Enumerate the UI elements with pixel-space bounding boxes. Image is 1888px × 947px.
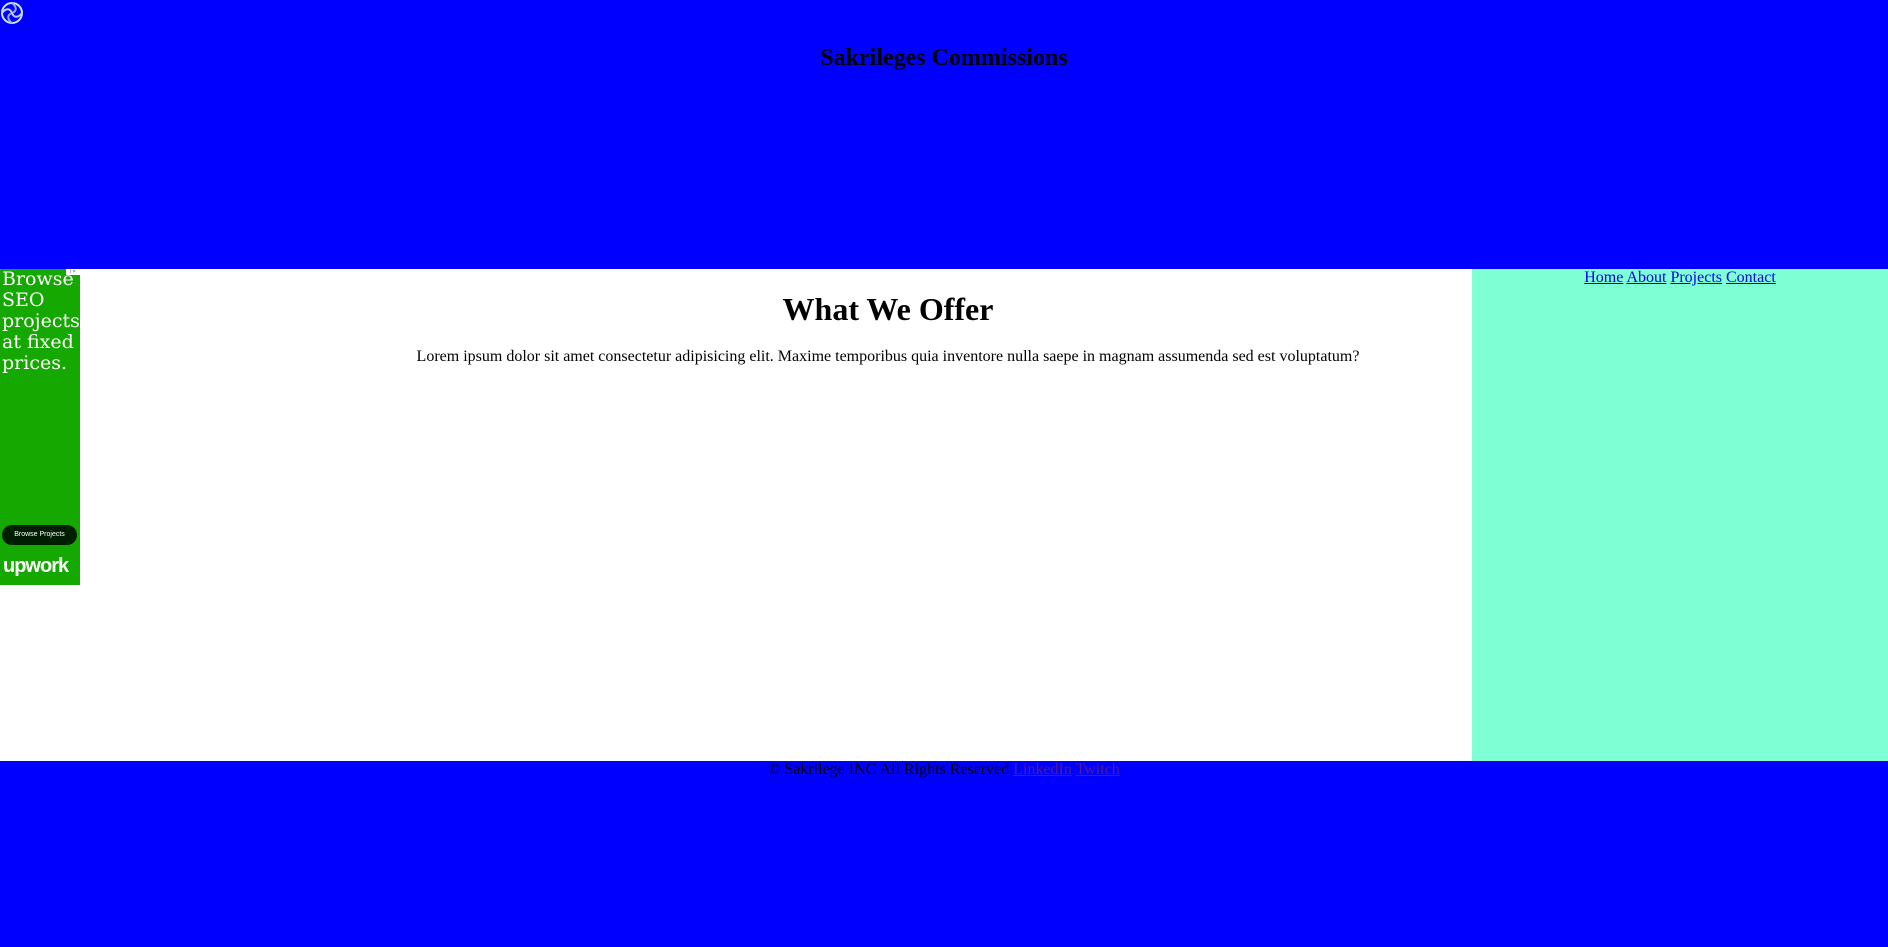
advertisement-banner[interactable]: i × Browse SEO projects at fixed prices.… [0, 269, 80, 585]
footer-line: © Sakrilege INC All Rights Reserved Link… [0, 761, 1888, 779]
copyright-text: © Sakrilege INC All Rights Reserved [768, 761, 1010, 778]
sidebar: Home About Projects Contact [1472, 269, 1888, 761]
ad-headline[interactable]: Browse SEO projects at fixed prices. [2, 269, 80, 374]
footer-link-linkedin[interactable]: LinkedIn [1013, 761, 1072, 778]
page-footer: © Sakrilege INC All Rights Reserved Link… [0, 761, 1888, 947]
nav-link-home[interactable]: Home [1584, 269, 1623, 286]
section-paragraph: Lorem ipsum dolor sit amet consectetur a… [416, 348, 1360, 365]
site-title: Sakrileges Commissions [820, 45, 1068, 71]
ad-browse-projects-button[interactable]: Browse Projects [2, 525, 77, 545]
main-nav: Home About Projects Contact [1472, 269, 1888, 287]
page-header: Sakrileges Commissions [0, 1, 1888, 269]
section-heading: What We Offer [782, 291, 994, 327]
main-content: What We Offer Lorem ipsum dolor sit amet… [0, 269, 1472, 761]
ad-brand-logo[interactable]: upwork [3, 555, 69, 578]
nav-link-projects[interactable]: Projects [1670, 269, 1722, 286]
nav-link-about[interactable]: About [1626, 269, 1666, 286]
footer-link-twitch[interactable]: Twitch [1076, 761, 1120, 778]
nav-link-contact[interactable]: Contact [1726, 269, 1776, 286]
spiral-logo-icon [1, 2, 23, 24]
